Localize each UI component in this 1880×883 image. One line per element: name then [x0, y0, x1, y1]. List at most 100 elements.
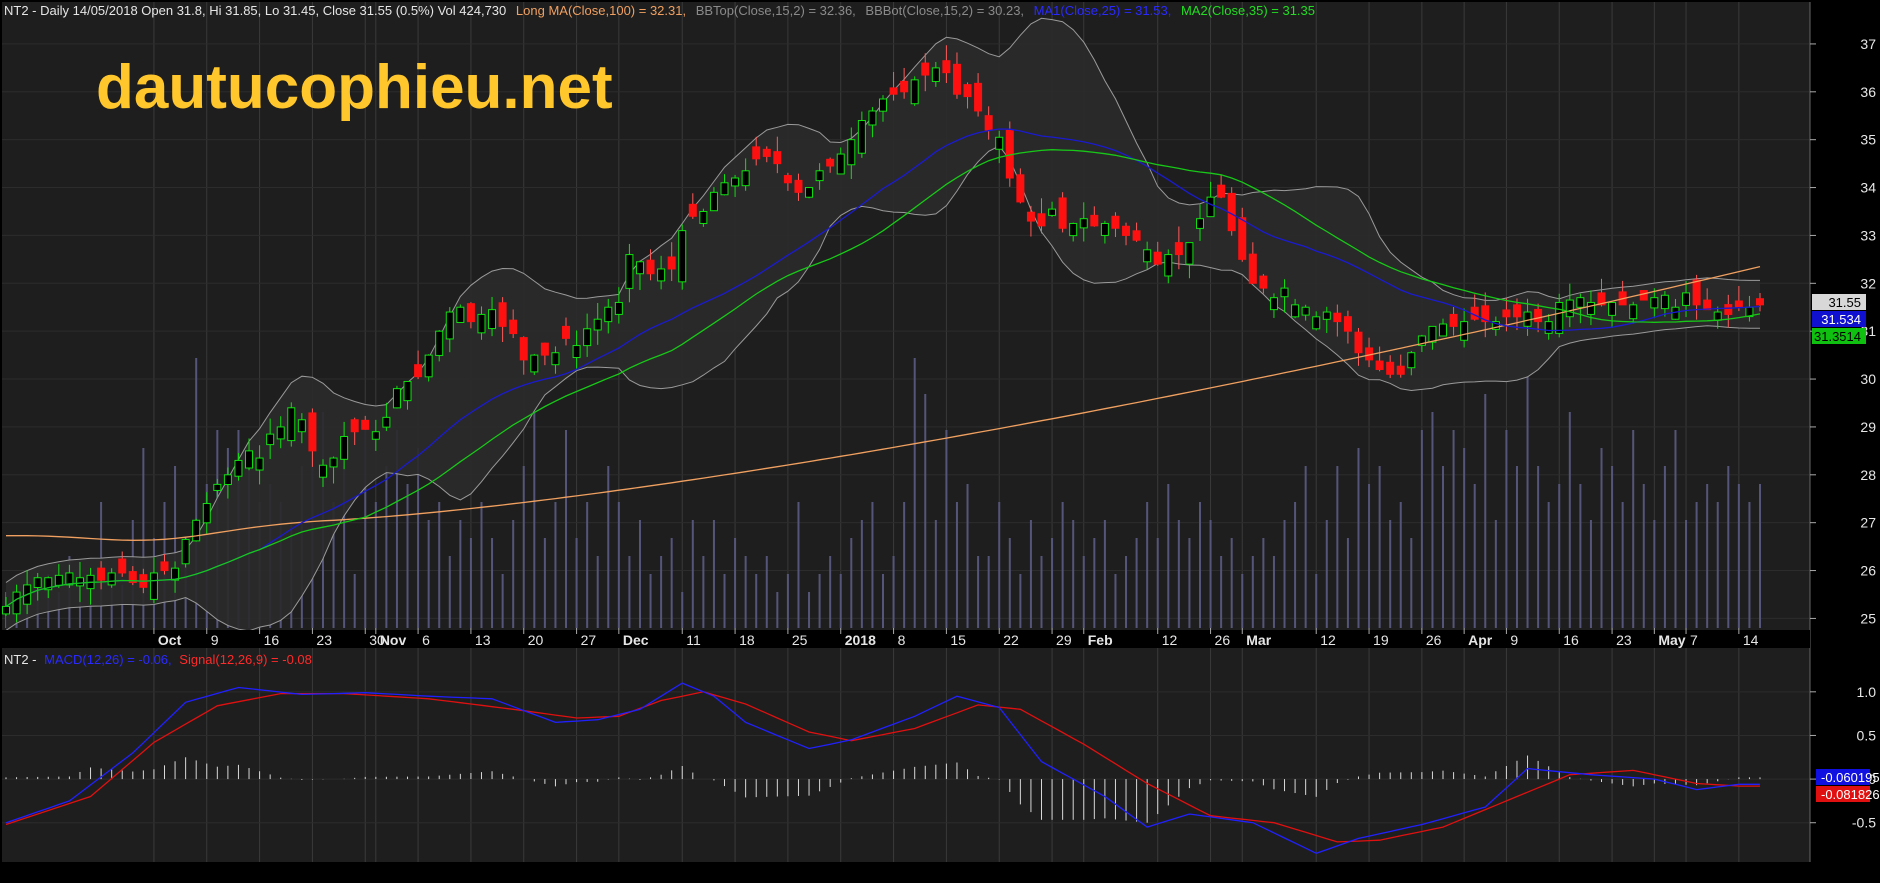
volume-bar — [501, 574, 504, 628]
x-tick-label: 18 — [739, 632, 755, 648]
candle-body — [466, 303, 475, 323]
candle-body — [382, 416, 391, 428]
volume-bar — [1558, 484, 1561, 628]
candle-body — [1660, 294, 1669, 310]
candle-body — [731, 177, 740, 187]
volume-bar — [1114, 574, 1117, 628]
x-tick-label: 23 — [316, 632, 332, 648]
volume-bar — [575, 538, 578, 628]
candle-body — [783, 175, 792, 184]
candle-body — [371, 431, 380, 440]
volume-bar — [1368, 484, 1371, 628]
candle-body — [540, 342, 549, 356]
candle-body — [1586, 301, 1595, 315]
candle-body — [1217, 184, 1226, 198]
volume-bar — [882, 574, 884, 628]
candle-body — [1386, 361, 1395, 375]
price-y-tick-label: 35 — [1860, 132, 1876, 148]
candle-body — [572, 345, 581, 359]
volume-bar — [934, 520, 937, 628]
candle-body — [1301, 306, 1310, 316]
volume-bar — [427, 520, 430, 628]
candle-body — [794, 179, 803, 193]
volume-bar — [1674, 430, 1677, 628]
candle-body — [984, 115, 993, 131]
x-tick-label: 26 — [1215, 632, 1231, 648]
volume-bar — [712, 520, 715, 628]
volume-bar — [1484, 394, 1487, 628]
x-tick-label: 26 — [1426, 632, 1442, 648]
volume-bar — [1146, 502, 1149, 628]
candle-body — [815, 170, 824, 182]
volume-bar — [1251, 556, 1254, 628]
volume-bar — [1135, 538, 1138, 628]
x-tick-label: 15 — [950, 632, 966, 648]
volume-bar — [987, 556, 990, 628]
candle-body — [255, 457, 264, 471]
candle-body — [942, 60, 951, 74]
candle-body — [350, 419, 359, 433]
candle-body — [266, 433, 275, 446]
volume-bar — [998, 502, 1001, 628]
volume-bar — [1515, 466, 1518, 628]
candle-body — [340, 436, 349, 460]
x-tick-label: 23 — [1616, 632, 1632, 648]
volume-bar — [734, 538, 737, 628]
x-tick-label: 13 — [475, 632, 491, 648]
volume-bar — [353, 574, 356, 628]
candle-body — [1692, 279, 1701, 306]
ma2-value-label: 31.3514 — [1814, 329, 1861, 344]
candle-body — [12, 591, 21, 615]
macd-header-prefix: NT2 - — [4, 652, 37, 667]
volume-bar — [1410, 538, 1413, 628]
candle-body — [1555, 301, 1564, 334]
volume-bar — [406, 484, 409, 628]
candle-body — [614, 301, 623, 315]
candle-body — [604, 306, 613, 323]
volume-bar — [385, 466, 388, 628]
volume-bar — [786, 574, 789, 628]
volume-bar — [1537, 466, 1540, 628]
volume-bar — [1019, 574, 1022, 628]
volume-bar — [586, 502, 589, 628]
volume-bar — [565, 430, 568, 628]
volume-bar — [660, 556, 663, 628]
legend-signal: Signal(12,26,9) = -0.08 — [179, 652, 312, 667]
volume-bar — [1632, 430, 1635, 628]
candle-body — [54, 574, 63, 586]
macd-y-tick-label: -0.5 — [1852, 815, 1876, 831]
volume-bar — [1325, 520, 1328, 628]
candle-body — [1280, 287, 1289, 298]
candle-body — [519, 337, 528, 361]
volume-bar — [1663, 466, 1666, 628]
volume-bar — [607, 466, 610, 628]
candle-body — [562, 325, 571, 339]
volume-bar — [469, 538, 472, 628]
candle-body — [202, 503, 211, 524]
volume-bar — [903, 502, 906, 628]
price-y-tick-label: 30 — [1860, 371, 1876, 387]
volume-bar — [1272, 556, 1275, 628]
x-tick-label: 16 — [1563, 632, 1579, 648]
x-tick-label: 22 — [1003, 632, 1019, 648]
volume-bar — [1494, 520, 1497, 628]
x-tick-label: 2018 — [845, 632, 876, 648]
candle-body — [836, 153, 845, 175]
volume-bar — [1473, 484, 1476, 628]
candle-body — [181, 538, 190, 565]
candle-body — [361, 419, 370, 430]
candle-body — [688, 203, 697, 217]
price-y-tick-label: 32 — [1860, 275, 1876, 291]
price-y-tick-label: 25 — [1860, 610, 1876, 626]
candle-body — [1756, 298, 1764, 306]
ma1-value-label: 31.534 — [1821, 312, 1861, 327]
x-tick-label: Mar — [1246, 632, 1271, 648]
candle-body — [1439, 323, 1448, 337]
x-tick-label: Nov — [380, 632, 407, 648]
candle-body — [477, 313, 486, 334]
candle-body — [762, 148, 771, 157]
candle-body — [1544, 321, 1553, 334]
volume-bar — [892, 556, 895, 628]
candle-body — [826, 158, 835, 167]
candle-body — [97, 567, 106, 581]
